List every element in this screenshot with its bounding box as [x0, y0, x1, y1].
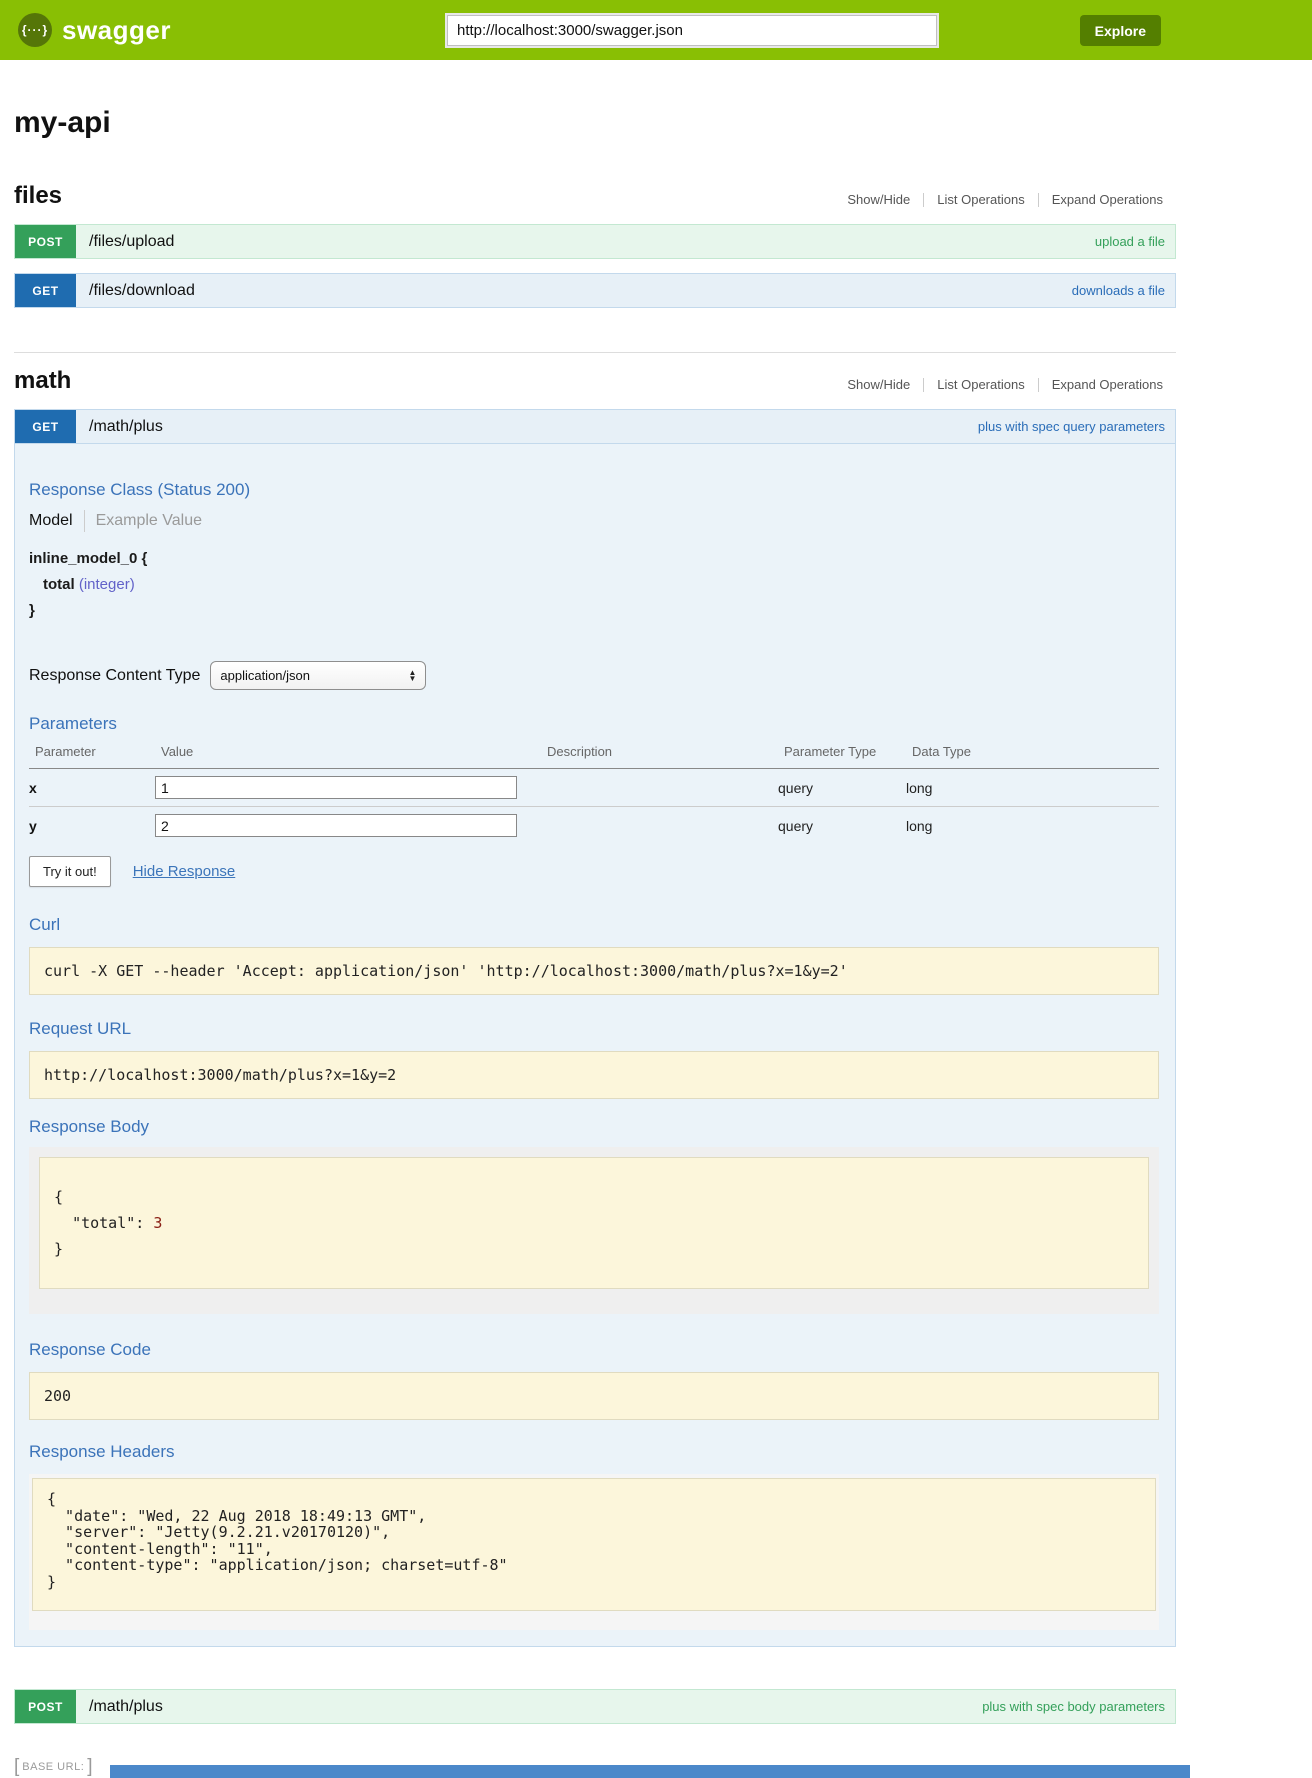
model-property-name: total — [43, 576, 75, 593]
http-method-badge: POST — [15, 1690, 76, 1723]
swagger-logo: {···} swagger — [18, 13, 171, 47]
response-headers-json: { "date": "Wed, 22 Aug 2018 18:49:13 GMT… — [32, 1478, 1156, 1611]
math-section-controls: Show/Hide List Operations Expand Operati… — [834, 377, 1176, 395]
divider — [84, 510, 85, 532]
col-parameter: Parameter — [35, 744, 161, 759]
operation-path-link[interactable]: /files/upload — [89, 233, 174, 251]
api-title: my-api — [14, 106, 1176, 140]
files-section-controls: Show/Hide List Operations Expand Operati… — [834, 192, 1176, 210]
parameter-x-value-input[interactable] — [155, 776, 517, 799]
files-section-header: files Show/Hide List Operations Expand O… — [14, 182, 1176, 210]
operation-summary-link[interactable]: downloads a file — [1072, 283, 1165, 298]
expand-operations-link[interactable]: Expand Operations — [1039, 192, 1176, 207]
parameter-type: query — [778, 780, 906, 796]
operation-path-link[interactable]: /files/download — [89, 282, 195, 300]
footer-open-bracket: [ — [14, 1756, 19, 1778]
model-signature: inline_model_0 { total (integer) } — [29, 550, 1159, 619]
response-content-type-row: Response Content Type application/json ▲… — [29, 661, 1159, 690]
parameter-data-type: long — [906, 818, 1159, 834]
model-name: inline_model_0 { — [29, 550, 1159, 567]
parameter-type: query — [778, 818, 906, 834]
spec-url-input[interactable] — [447, 15, 937, 46]
response-body-json: { "total": 3 } — [39, 1157, 1149, 1289]
math-section-title: math — [14, 367, 71, 395]
operation-summary-link[interactable]: plus with spec query parameters — [978, 419, 1165, 434]
col-parameter-type: Parameter Type — [784, 744, 912, 759]
expand-operations-link[interactable]: Expand Operations — [1039, 377, 1176, 392]
operation-path-link[interactable]: /math/plus — [89, 418, 163, 436]
tab-model[interactable]: Model — [29, 512, 73, 530]
hide-response-link[interactable]: Hide Response — [133, 863, 236, 880]
request-url-value: http://localhost:3000/math/plus?x=1&y=2 — [29, 1051, 1159, 1099]
model-property: total (integer) — [43, 576, 1159, 593]
operation-row-get-math-plus[interactable]: GET /math/plus plus with spec query para… — [14, 409, 1176, 444]
operation-summary-link[interactable]: plus with spec body parameters — [982, 1699, 1165, 1714]
parameters-heading: Parameters — [29, 714, 1159, 734]
col-description: Description — [547, 744, 784, 759]
tab-example-value[interactable]: Example Value — [96, 512, 202, 530]
swagger-logo-icon: {···} — [18, 13, 52, 47]
operation-get-math-plus: GET /math/plus plus with spec query para… — [14, 409, 1176, 1647]
swagger-logo-text: swagger — [62, 15, 171, 46]
parameter-name: x — [29, 780, 155, 796]
selected-option: application/json — [220, 668, 310, 683]
model-property-type: (integer) — [79, 576, 135, 593]
response-content-type-select[interactable]: application/json ▲▼ — [210, 661, 426, 690]
response-headers-container: { "date": "Wed, 22 Aug 2018 18:49:13 GMT… — [29, 1474, 1159, 1630]
list-operations-link[interactable]: List Operations — [924, 377, 1037, 392]
base-url-label: BASE URL: — [22, 1761, 84, 1773]
operation-row-post-math-plus[interactable]: POST /math/plus plus with spec body para… — [14, 1689, 1176, 1724]
http-method-badge: GET — [15, 274, 76, 307]
response-body-heading: Response Body — [29, 1117, 1159, 1137]
parameter-y-value-input[interactable] — [155, 814, 517, 837]
response-headers-heading: Response Headers — [29, 1442, 1159, 1462]
model-close-brace: } — [29, 602, 1159, 619]
top-bar: {···} swagger Explore — [0, 0, 1312, 60]
operation-path-link[interactable]: /math/plus — [89, 1698, 163, 1716]
response-content-type-label: Response Content Type — [29, 667, 200, 685]
parameters-table-header: Parameter Value Description Parameter Ty… — [29, 744, 1159, 769]
files-section-title: files — [14, 182, 62, 210]
response-class-heading: Response Class (Status 200) — [29, 480, 1159, 500]
http-method-badge: POST — [15, 225, 76, 258]
bottom-partial-bar — [110, 1765, 1190, 1778]
response-body-container: { "total": 3 } — [29, 1147, 1159, 1314]
response-code-value: 200 — [29, 1372, 1159, 1420]
math-section-header: math Show/Hide List Operations Expand Op… — [14, 367, 1176, 395]
operation-summary-link[interactable]: upload a file — [1095, 234, 1165, 249]
col-data-type: Data Type — [912, 744, 1159, 759]
curl-command: curl -X GET --header 'Accept: applicatio… — [29, 947, 1159, 995]
footer-close-bracket: ] — [87, 1756, 92, 1778]
content: my-api files Show/Hide List Operations E… — [14, 106, 1176, 1778]
col-value: Value — [161, 744, 547, 759]
response-code-heading: Response Code — [29, 1340, 1159, 1360]
try-it-out-row: Try it out! Hide Response — [29, 856, 1159, 887]
parameter-name: y — [29, 818, 155, 834]
parameter-row-x: x query long — [29, 769, 1159, 807]
operation-row-post-files-upload[interactable]: POST /files/upload upload a file — [14, 224, 1176, 259]
operation-detail-panel: Response Class (Status 200) Model Exampl… — [14, 444, 1176, 1647]
request-url-heading: Request URL — [29, 1019, 1159, 1039]
parameter-row-y: y query long — [29, 807, 1159, 844]
http-method-badge: GET — [15, 410, 76, 443]
curl-heading: Curl — [29, 915, 1159, 935]
operation-row-get-files-download[interactable]: GET /files/download downloads a file — [14, 273, 1176, 308]
section-divider — [14, 352, 1176, 353]
try-it-out-button[interactable]: Try it out! — [29, 856, 111, 887]
show-hide-link[interactable]: Show/Hide — [834, 377, 923, 392]
model-tabs: Model Example Value — [29, 510, 1159, 532]
select-arrows-icon: ▲▼ — [408, 670, 416, 682]
parameter-data-type: long — [906, 780, 1159, 796]
show-hide-link[interactable]: Show/Hide — [834, 192, 923, 207]
list-operations-link[interactable]: List Operations — [924, 192, 1037, 207]
parameters-table: Parameter Value Description Parameter Ty… — [29, 744, 1159, 844]
explore-button[interactable]: Explore — [1080, 15, 1161, 46]
